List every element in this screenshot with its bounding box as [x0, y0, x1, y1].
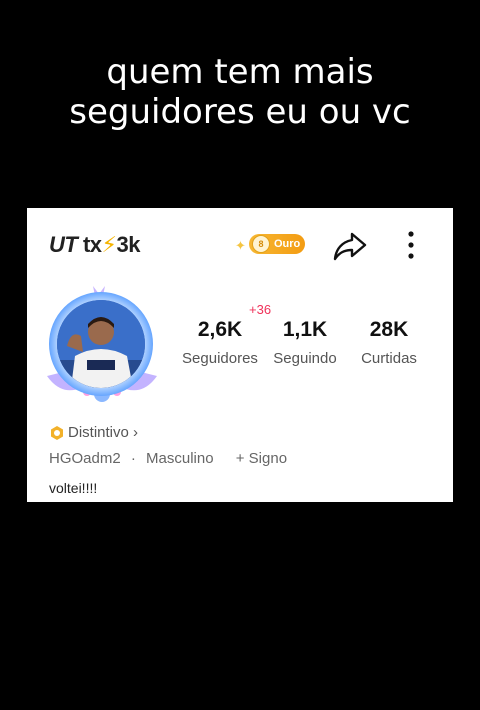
hexagon-badge-icon	[51, 425, 63, 440]
stat-following[interactable]: 1,1K Seguindo	[267, 318, 343, 367]
avatar-photo-icon	[57, 300, 145, 388]
profile-bio: voltei!!!!	[49, 480, 98, 496]
stat-value: 1,1K	[282, 318, 328, 341]
share-icon[interactable]	[332, 228, 368, 262]
gold-badge[interactable]: 8 Ouro	[249, 234, 305, 254]
username: HGOadm2	[49, 450, 121, 467]
chevron-right-icon: ›	[133, 424, 139, 441]
profile-name-text: tx	[77, 232, 102, 257]
badge-label: Ouro	[274, 238, 301, 250]
gender: Masculino	[146, 450, 214, 467]
add-sign-button[interactable]: + Signo	[236, 450, 287, 467]
stat-label: Seguidores	[182, 350, 258, 367]
profile-name-count: 3k	[116, 232, 140, 257]
followers-delta: +36	[249, 302, 272, 317]
profile-meta: HGOadm2 · Masculino + Signo	[49, 450, 293, 467]
stat-likes[interactable]: 28K Curtidas	[355, 318, 423, 367]
stat-value: 2,6K	[197, 318, 243, 341]
stat-value: 28K	[369, 318, 409, 341]
stat-followers[interactable]: 2,6K Seguidores	[177, 318, 263, 367]
distintivo-link[interactable]: Distintivo ›	[49, 424, 138, 441]
lightning-icon: ⚡	[101, 232, 117, 257]
more-icon[interactable]	[401, 230, 421, 260]
video-caption: quem tem mais seguidores eu ou vc	[0, 52, 480, 132]
profile-stats: 2,6K Seguidores 1,1K Seguindo 28K Curtid…	[177, 318, 439, 378]
meta-separator: ·	[130, 450, 136, 467]
avatar-frame[interactable]	[41, 284, 163, 406]
profile-header: UT tx⚡3k ✦ 8 Ouro	[27, 228, 453, 262]
caption-line-2: seguidores eu ou vc	[69, 92, 411, 132]
profile-card: UT tx⚡3k ✦ 8 Ouro +36 2,6K Seguidores 1,…	[27, 208, 453, 502]
avatar	[57, 300, 145, 388]
stat-label: Curtidas	[361, 350, 417, 367]
stat-label: Seguindo	[273, 350, 337, 367]
caption-line-1: quem tem mais	[106, 52, 374, 92]
profile-name: UT tx⚡3k	[49, 232, 140, 258]
distintivo-label: Distintivo	[68, 424, 129, 441]
coin-icon: 8	[252, 235, 270, 253]
spark-icon: ✦	[235, 238, 246, 253]
profile-name-prefix: UT	[49, 232, 78, 257]
